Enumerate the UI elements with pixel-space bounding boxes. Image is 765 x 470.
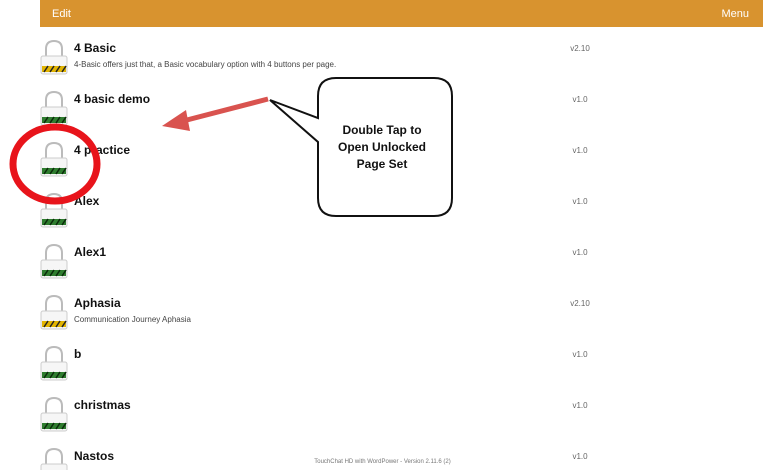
page-set-title: Aphasia [74,296,121,310]
edit-button[interactable]: Edit [52,8,71,20]
page-set-version: v1.0 [572,350,588,359]
locked-page-set-icon [40,39,68,75]
page-set-row[interactable]: Aphasia Communication Journey Aphasia v2.1… [40,282,763,334]
page-set-version: v1.0 [572,146,588,155]
menu-button[interactable]: Menu [721,8,749,20]
unlocked-page-set-icon [40,141,68,177]
callout-text: Double Tap to Open Unlocked Page Set [318,122,446,173]
page-set-version: v1.0 [572,197,588,206]
page-set-title: 4 Basic [74,41,117,55]
unlocked-page-set-icon [40,192,68,228]
page-set-row[interactable]: Alex1 v1.0 [40,231,763,283]
version-footer: TouchChat HD with WordPower - Version 2.… [314,459,451,465]
page-set-row[interactable]: b v1.0 [40,333,763,385]
page-set-version: v2.10 [570,44,590,53]
unlocked-page-set-icon [40,345,68,381]
page-set-list: 4 Basic 4-Basic offers just that, a Basic… [40,27,763,470]
callout-line-1: Double Tap to [342,123,422,137]
page-set-version: v2.10 [570,299,590,308]
page-set-version: v1.0 [572,95,588,104]
page-set-title: 4 practice [74,143,131,157]
page-set-title: christmas [74,398,131,412]
page-set-row[interactable]: Alex v1.0 [40,180,763,232]
page-set-version: v1.0 [572,401,588,410]
page-set-version: v1.0 [572,248,588,257]
unlocked-page-set-icon [40,396,68,432]
locked-page-set-icon [40,294,68,330]
page-set-title: Alex1 [74,245,107,259]
unlocked-page-set-icon [40,243,68,279]
callout-line-2: Open Unlocked [337,140,426,154]
unlocked-page-set-icon [40,90,68,126]
page-set-description: 4-Basic offers just that, a Basic vocabu… [74,60,337,69]
page-set-title: b [74,347,82,361]
page-set-title: 4 basic demo [74,92,151,106]
page-set-title: Alex [74,194,100,208]
callout-line-3: Page Set [356,157,408,171]
top-bar: Edit Menu [40,0,763,27]
app-screen: Edit Menu 4 Basic 4-Basic offers just tha… [0,0,765,470]
page-set-description: Communication Journey Aphasia [74,315,191,324]
page-set-row[interactable]: 4 Basic 4-Basic offers just that, a Basic… [40,27,763,79]
page-set-row[interactable]: christmas v1.0 [40,384,763,436]
